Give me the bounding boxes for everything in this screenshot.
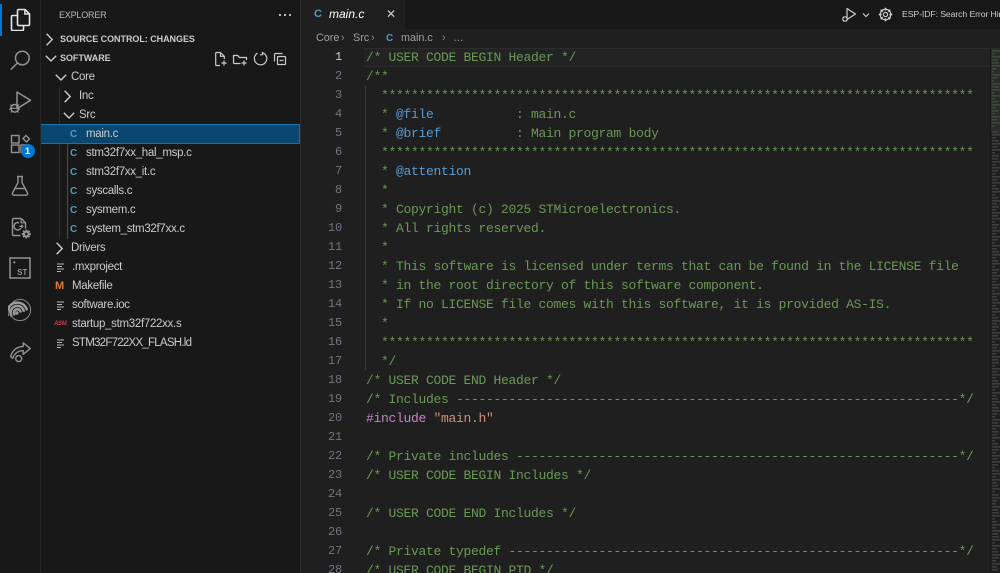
svg-text:ST: ST (17, 268, 27, 277)
